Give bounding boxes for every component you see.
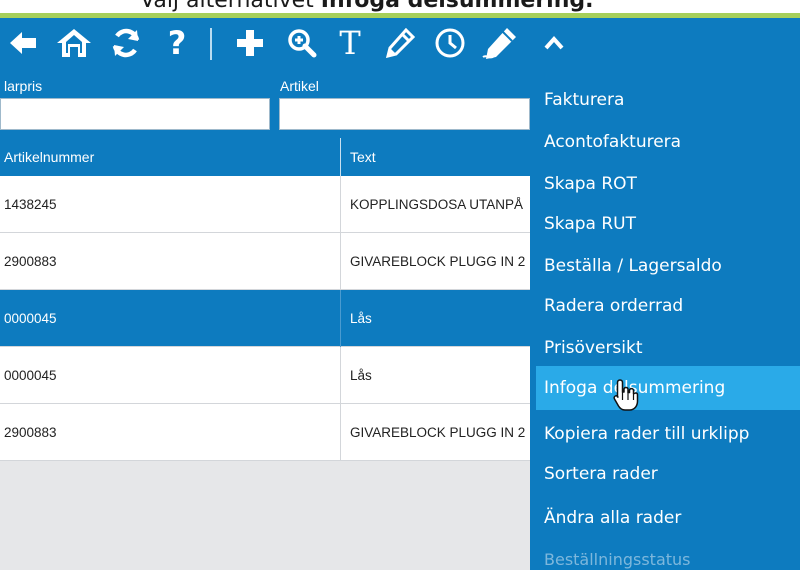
cell-divider [340, 290, 341, 347]
column-header-text[interactable]: Text [350, 138, 530, 176]
help-icon: ? [167, 24, 187, 62]
pencil-icon [385, 28, 415, 58]
cell-text: GIVAREBLOCK PLUGG IN 2 [350, 425, 526, 440]
filter-row: larpris Artikel [0, 68, 530, 138]
menu-item-andra-alla-rader[interactable]: Ändra alla rader [530, 496, 800, 540]
cell-article-number: 2900883 [4, 425, 57, 440]
toolbar: ? T [0, 18, 800, 68]
caption-bold: Infoga delsummering. [320, 0, 594, 13]
filter-label-price: larpris [4, 78, 43, 94]
table-row[interactable]: 2900883 GIVAREBLOCK PLUGG IN 2 [0, 404, 530, 461]
actions-menu: Fakturera Acontofakturera Skapa ROT Skap… [530, 68, 800, 570]
home-icon [57, 29, 91, 57]
refresh-button[interactable] [104, 18, 148, 68]
plus-icon [237, 30, 263, 56]
menu-item-acontofakturera[interactable]: Acontofakturera [530, 120, 800, 164]
app-window: Välj alternativet Infoga delsummering. ?… [0, 0, 800, 570]
back-button[interactable] [0, 18, 44, 68]
chevron-up-icon [544, 35, 564, 50]
history-button[interactable] [430, 18, 470, 68]
cell-divider [340, 404, 341, 461]
menu-item-bestallningsstatus: Beställningsstatus [544, 550, 691, 569]
empty-table-area [0, 461, 530, 570]
menu-item-infoga-delsummering[interactable]: Infoga delsummering [536, 366, 800, 410]
cell-divider [340, 347, 341, 404]
sign-button[interactable] [478, 18, 522, 68]
add-button[interactable] [228, 18, 272, 68]
cell-article-number: 0000045 [4, 311, 57, 326]
arrow-left-icon [10, 32, 36, 54]
menu-item-bestalla-lagersaldo[interactable]: Beställa / Lagersaldo [530, 244, 800, 288]
cell-article-number: 1438245 [4, 197, 57, 212]
table-row[interactable]: 2900883 GIVAREBLOCK PLUGG IN 2 [0, 233, 530, 290]
menu-item-sortera-rader[interactable]: Sortera rader [530, 452, 800, 496]
text-icon: T [339, 24, 361, 62]
refresh-icon [112, 28, 140, 58]
table-row-selected[interactable]: 0000045 Lås [0, 290, 530, 347]
help-button[interactable]: ? [154, 18, 200, 68]
caption-prefix: Välj alternativet [140, 0, 321, 13]
menu-item-prisoversikt[interactable]: Prisöversikt [530, 326, 800, 370]
home-button[interactable] [50, 18, 98, 68]
edit-button[interactable] [380, 18, 420, 68]
clock-icon [435, 28, 465, 58]
table-row[interactable]: 0000045 Lås [0, 347, 530, 404]
cell-article-number: 2900883 [4, 254, 57, 269]
menu-item-radera-orderrad[interactable]: Radera orderrad [530, 284, 800, 328]
zoom-in-icon [288, 29, 317, 58]
caption-text: Välj alternativet Infoga delsummering. [140, 0, 593, 13]
cell-article-number: 0000045 [4, 368, 57, 383]
cell-text: GIVAREBLOCK PLUGG IN 2 [350, 254, 526, 269]
filter-label-article: Artikel [280, 78, 319, 94]
zoom-in-button[interactable] [282, 18, 322, 68]
header-divider [340, 138, 341, 176]
price-filter-input[interactable] [0, 98, 270, 130]
menu-item-kopiera-rader[interactable]: Kopiera rader till urklipp [530, 412, 800, 456]
article-filter-input[interactable] [279, 98, 530, 130]
cell-text: KOPPLINGSDOSA UTANPÅ [350, 197, 524, 212]
text-button[interactable]: T [330, 18, 370, 68]
cell-divider [340, 176, 341, 233]
cell-text: Lås [350, 311, 372, 326]
cell-divider [340, 233, 341, 290]
menu-item-skapa-rut[interactable]: Skapa RUT [530, 202, 800, 246]
table-row[interactable]: 1438245 KOPPLINGSDOSA UTANPÅ [0, 176, 530, 233]
collapse-button[interactable] [538, 18, 570, 68]
table-header: Artikelnummer Text [0, 138, 530, 176]
hand-cursor-icon [613, 379, 639, 411]
menu-item-skapa-rot[interactable]: Skapa ROT [530, 162, 800, 206]
toolbar-separator [210, 28, 212, 60]
column-header-article-number[interactable]: Artikelnummer [4, 138, 334, 176]
signature-icon [482, 28, 516, 59]
cell-text: Lås [350, 368, 372, 383]
menu-item-fakturera[interactable]: Fakturera [530, 78, 800, 122]
